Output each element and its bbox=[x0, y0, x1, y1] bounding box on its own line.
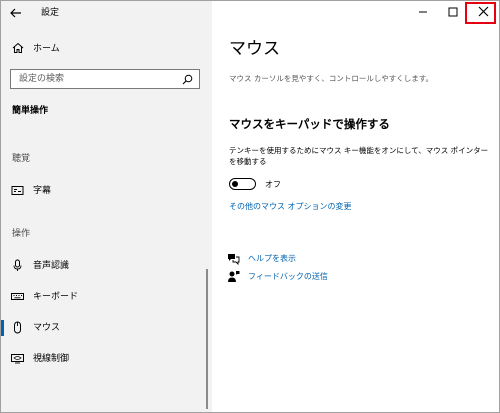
sidebar-item-mouse[interactable]: マウス bbox=[1, 318, 212, 338]
group-hearing: 聴覚 bbox=[12, 154, 31, 164]
send-feedback-link[interactable]: フィードバックの送信 bbox=[227, 269, 427, 285]
minimize-icon bbox=[419, 11, 427, 13]
maximize-icon bbox=[448, 7, 458, 17]
mouse-keys-description: テンキーを使用するためにマウス キー機能をオンにして、マウス ポインターを移動す… bbox=[229, 146, 489, 166]
toggle-knob bbox=[232, 180, 238, 187]
sidebar-item-captions[interactable]: 字幕 bbox=[1, 181, 212, 201]
feedback-icon bbox=[228, 271, 240, 282]
other-mouse-options-link[interactable]: その他のマウス オプションの変更 bbox=[229, 201, 352, 212]
page-description: マウス カーソルを見やすく、コントロールしやすくします。 bbox=[229, 74, 434, 83]
back-arrow-icon bbox=[10, 8, 21, 18]
section-title: 簡単操作 bbox=[12, 106, 49, 116]
sidebar-item-keyboard[interactable]: キーボード bbox=[1, 287, 212, 307]
sidebar-item-label: 音声認識 bbox=[33, 261, 70, 271]
help-icon bbox=[228, 254, 240, 265]
get-help-link[interactable]: ヘルプを表示 bbox=[227, 251, 427, 267]
get-help-label: ヘルプを表示 bbox=[248, 254, 296, 263]
toggle-state-label: オフ bbox=[265, 180, 281, 189]
settings-window: 設定 ホーム 設定の検索 簡単操作 聴覚 字幕 操作 音声認識 キーボード マウ… bbox=[0, 0, 500, 413]
mouse-keys-heading: マウスをキーパッドで操作する bbox=[229, 117, 390, 131]
search-placeholder: 設定の検索 bbox=[19, 74, 65, 84]
mouse-icon bbox=[14, 321, 21, 334]
minimize-button[interactable] bbox=[409, 1, 437, 23]
search-icon bbox=[182, 74, 193, 85]
microphone-icon bbox=[13, 259, 22, 271]
maximize-button[interactable] bbox=[439, 1, 467, 23]
sidebar-scrollbar[interactable] bbox=[206, 269, 208, 409]
back-button[interactable] bbox=[7, 5, 25, 21]
mouse-keys-toggle[interactable] bbox=[229, 178, 256, 190]
eye-control-icon bbox=[11, 354, 24, 364]
sidebar-item-speech[interactable]: 音声認識 bbox=[1, 256, 212, 276]
app-title: 設定 bbox=[41, 8, 60, 18]
titlebar-left: 設定 bbox=[1, 1, 212, 27]
sidebar-item-label: マウス bbox=[33, 323, 61, 333]
send-feedback-label: フィードバックの送信 bbox=[248, 272, 328, 281]
sidebar-item-label: 視線制御 bbox=[33, 354, 70, 364]
close-button-highlight bbox=[465, 2, 496, 24]
main-panel: マウス マウス カーソルを見やすく、コントロールしやすくします。 マウスをキーパ… bbox=[212, 1, 499, 412]
captions-icon bbox=[11, 186, 24, 195]
group-interaction: 操作 bbox=[12, 229, 31, 239]
sidebar: 設定 ホーム 設定の検索 簡単操作 聴覚 字幕 操作 音声認識 キーボード マウ… bbox=[1, 1, 212, 412]
search-input[interactable]: 設定の検索 bbox=[10, 69, 200, 89]
sidebar-item-home[interactable]: ホーム bbox=[1, 39, 212, 59]
sidebar-item-label: キーボード bbox=[33, 292, 79, 302]
keyboard-icon bbox=[11, 293, 24, 300]
sidebar-item-eye-control[interactable]: 視線制御 bbox=[1, 349, 212, 369]
page-title: マウス bbox=[229, 39, 280, 59]
sidebar-item-label: 字幕 bbox=[33, 186, 52, 196]
home-icon bbox=[12, 42, 24, 53]
home-label: ホーム bbox=[33, 44, 60, 54]
